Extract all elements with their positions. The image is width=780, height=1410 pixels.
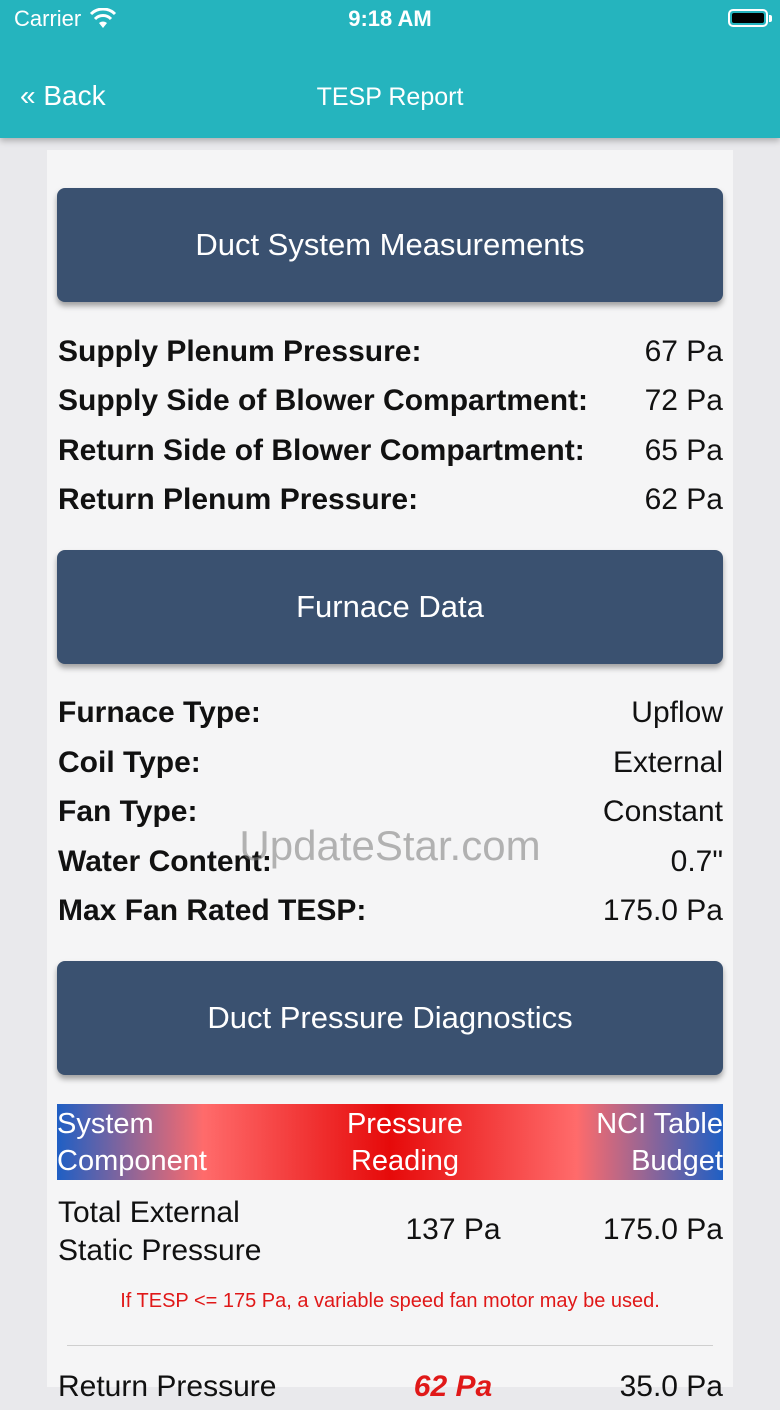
duct-row: Return Side of Blower Compartment: 65 Pa	[58, 431, 723, 471]
furnace-row-value: Upflow	[631, 696, 723, 729]
divider	[67, 1345, 713, 1346]
furnace-row: Coil Type: External	[58, 743, 723, 783]
duct-row: Return Plenum Pressure: 62 Pa	[58, 480, 723, 520]
furnace-row: Max Fan Rated TESP: 175.0 Pa	[58, 891, 723, 931]
page-title: TESP Report	[316, 83, 464, 111]
furnace-row-value: 0.7"	[670, 845, 723, 878]
furnace-row-value: 175.0 Pa	[602, 894, 723, 927]
tesp-note: If TESP <= 175 Pa, a variable speed fan …	[120, 1290, 660, 1312]
duct-measurements-header[interactable]: Duct System Measurements	[57, 188, 723, 302]
duct-row-value: 72 Pa	[644, 384, 723, 417]
furnace-data-header[interactable]: Furnace Data	[57, 550, 723, 664]
furnace-row-value: External	[612, 746, 723, 779]
battery-icon	[728, 9, 772, 27]
furnace-row-label: Furnace Type:	[58, 696, 261, 729]
duct-row-label: Return Plenum Pressure:	[58, 483, 419, 516]
table-header: System Component Pressure Reading NCI Ta…	[57, 1104, 723, 1180]
row-budget: 35.0 Pa	[619, 1370, 723, 1403]
col-nci-budget: NCI Table Budget	[596, 1108, 723, 1177]
furnace-row-label: Fan Type:	[58, 795, 198, 828]
furnace-row-label: Water Content:	[58, 845, 272, 878]
duct-row: Supply Plenum Pressure: 67 Pa	[58, 332, 723, 372]
duct-row-label: Supply Side of Blower Compartment:	[58, 384, 589, 417]
furnace-row-value: Constant	[602, 795, 723, 828]
furnace-row-label: Max Fan Rated TESP:	[58, 894, 367, 927]
nav-bar: Carrier 9:18 AM « Back TESP Report	[0, 0, 780, 138]
table-row: Return Pressure 62 Pa 35.0 Pa	[58, 1370, 723, 1410]
col-system-component: System Component	[57, 1108, 207, 1177]
status-time: 9:18 AM	[348, 6, 432, 31]
row-budget: 175.0 Pa	[602, 1213, 723, 1246]
duct-row-label: Return Side of Blower Compartment:	[58, 434, 585, 467]
furnace-row: Fan Type: Constant	[58, 792, 723, 832]
diagnostics-header[interactable]: Duct Pressure Diagnostics	[57, 961, 723, 1075]
report-card: Duct System Measurements Supply Plenum P…	[47, 150, 733, 1403]
row-component: Return Pressure	[58, 1370, 277, 1403]
furnace-row-label: Coil Type:	[58, 746, 201, 779]
table-row: Total External Static Pressure 137 Pa 17…	[58, 1194, 723, 1270]
furnace-row: Water Content: 0.7"	[58, 842, 723, 882]
row-reading: 62 Pa	[413, 1370, 493, 1403]
duct-row-value: 67 Pa	[644, 335, 723, 368]
duct-row-label: Supply Plenum Pressure:	[58, 335, 422, 368]
col-pressure-reading: Pressure Reading	[346, 1108, 464, 1177]
duct-row-value: 65 Pa	[644, 434, 723, 467]
duct-row: Supply Side of Blower Compartment: 72 Pa	[58, 381, 723, 421]
furnace-row: Furnace Type: Upflow	[58, 693, 723, 733]
row-component: Total External Static Pressure	[58, 1196, 262, 1267]
duct-row-value: 62 Pa	[644, 483, 723, 516]
row-reading: 137 Pa	[405, 1213, 501, 1246]
